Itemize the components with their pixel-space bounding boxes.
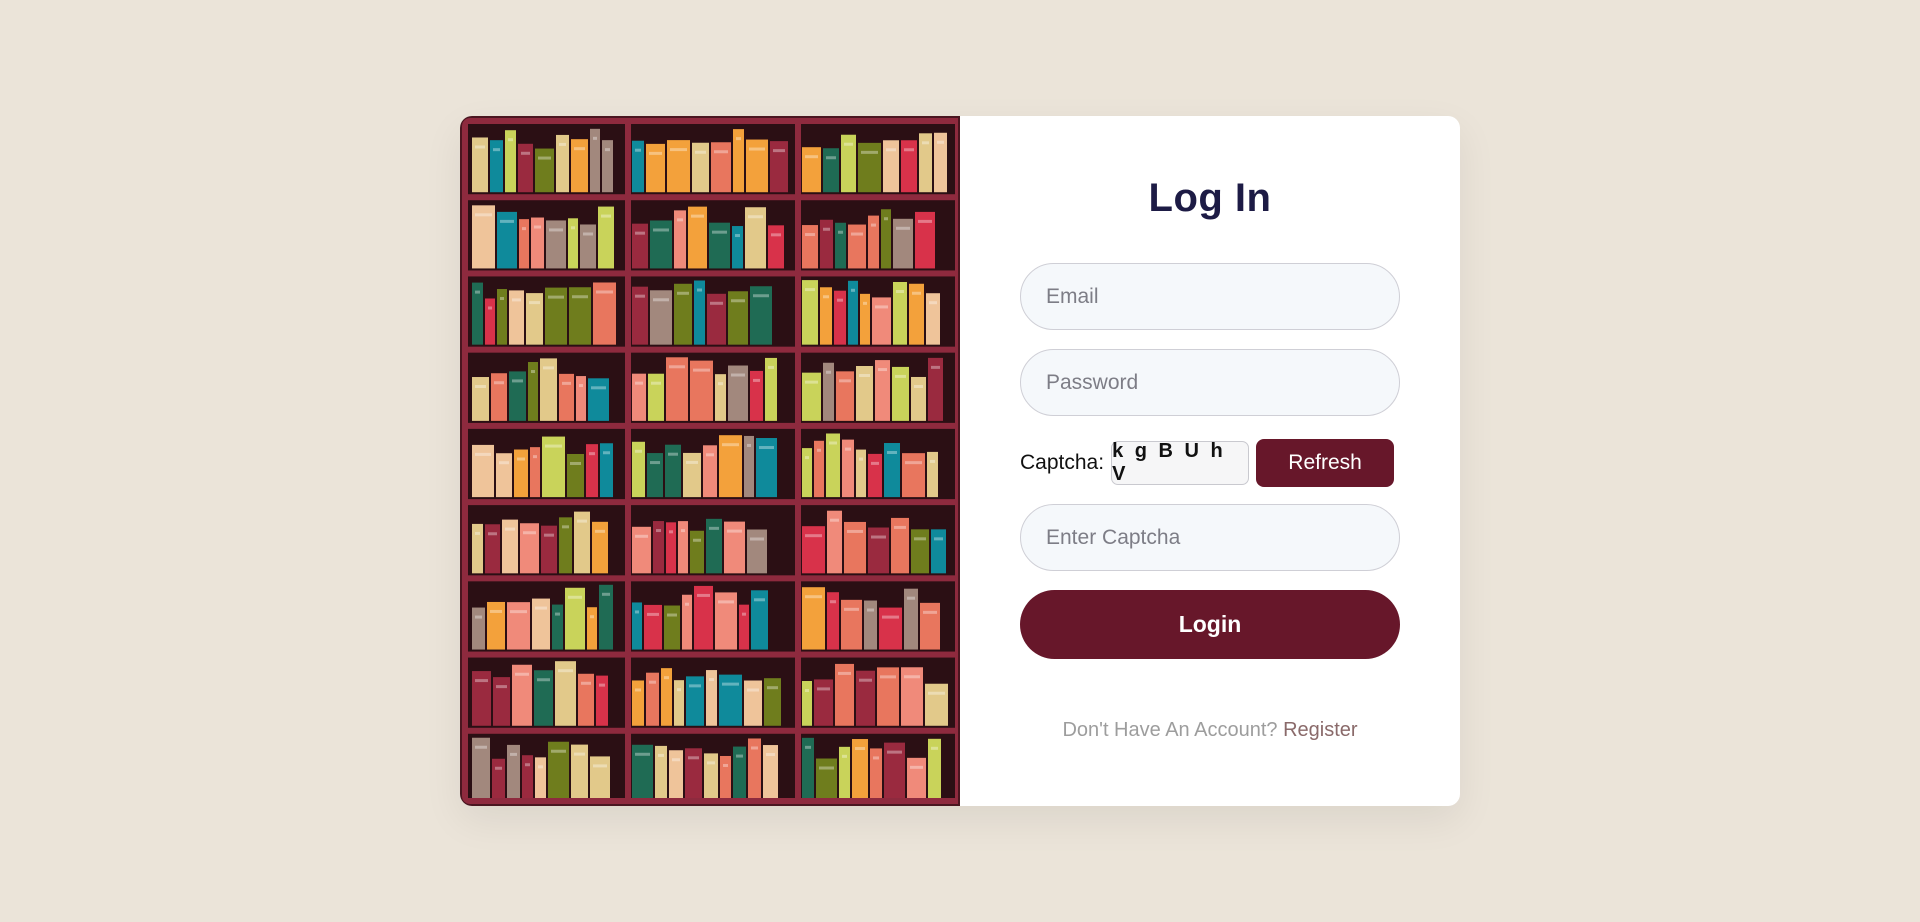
no-account-text: Don't Have An Account?	[1062, 719, 1278, 741]
captcha-input[interactable]	[1020, 504, 1400, 571]
register-link[interactable]: Register	[1283, 719, 1357, 741]
page-title: Log In	[1148, 176, 1272, 220]
bookshelf-image	[462, 118, 958, 804]
login-form: Log In Captcha: k g B U h V Refresh Logi…	[960, 116, 1460, 806]
login-card: Log In Captcha: k g B U h V Refresh Logi…	[460, 116, 1460, 806]
register-prompt: Don't Have An Account? Register	[960, 719, 1460, 742]
login-button[interactable]: Login	[1020, 590, 1400, 659]
captcha-row: Captcha: k g B U h V Refresh	[1020, 439, 1400, 487]
bookshelf-illustration	[460, 116, 960, 806]
password-field[interactable]	[1020, 349, 1400, 416]
captcha-code: k g B U h V	[1111, 440, 1250, 485]
email-field[interactable]	[1020, 263, 1400, 330]
refresh-captcha-button[interactable]: Refresh	[1256, 439, 1395, 487]
captcha-label: Captcha:	[1020, 451, 1105, 474]
